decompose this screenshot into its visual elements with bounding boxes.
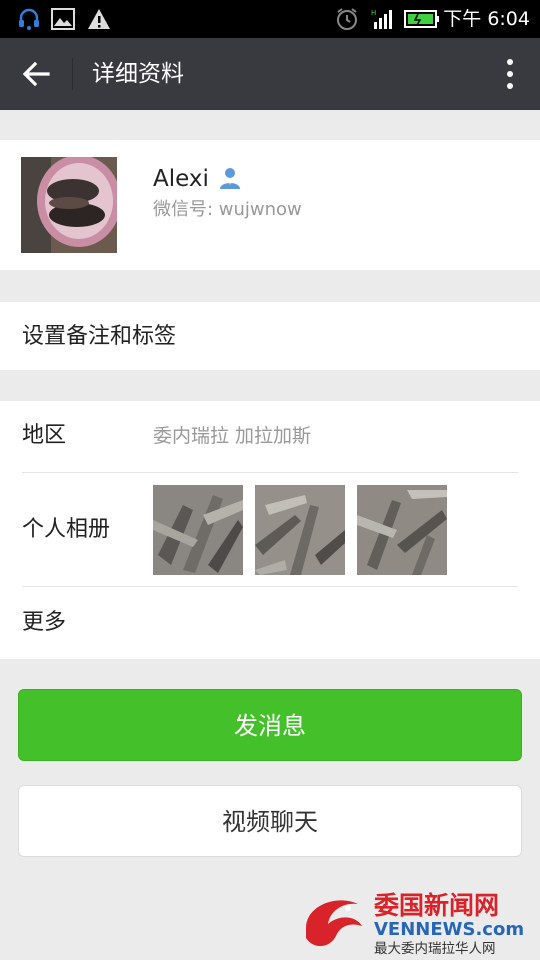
svg-text:最大委内瑞拉华人网: 最大委内瑞拉华人网 <box>374 941 496 957</box>
status-time: 下午 6:04 <box>443 8 530 30</box>
video-chat-button[interactable]: 视频聊天 <box>18 785 522 857</box>
watermark-logo: 委国新闻网 VENNEWS.com 最大委内瑞拉华人网 <box>306 891 524 957</box>
album-photo[interactable] <box>153 485 243 575</box>
warning-icon <box>88 9 110 29</box>
set-remark-row[interactable]: 设置备注和标签 <box>0 302 540 370</box>
svg-text:H: H <box>371 9 376 17</box>
region-value: 委内瑞拉 加拉加斯 <box>153 425 312 447</box>
svg-text:委国新闻网: 委国新闻网 <box>373 891 499 920</box>
svg-text:VENNEWS.com: VENNEWS.com <box>374 919 524 940</box>
avatar[interactable] <box>21 157 117 253</box>
action-bar-divider <box>72 58 73 90</box>
signal-icon: H <box>371 9 392 29</box>
image-notification-icon <box>51 8 75 30</box>
set-remark-label: 设置备注和标签 <box>22 324 177 349</box>
divider <box>22 586 518 587</box>
battery-icon <box>404 10 439 28</box>
action-bar: 详细资料 <box>0 38 540 110</box>
contact-name: Alexi <box>153 166 209 192</box>
album-label: 个人相册 <box>22 517 111 542</box>
album-photo[interactable] <box>255 485 345 575</box>
send-message-button[interactable]: 发消息 <box>18 689 522 761</box>
alarm-icon <box>337 8 357 30</box>
page-title: 详细资料 <box>92 61 184 87</box>
more-label: 更多 <box>22 610 67 635</box>
headset-notification-icon <box>19 8 39 30</box>
info-card: 地区 委内瑞拉 加拉加斯 个人相册 更多 <box>0 401 540 659</box>
more-vertical-icon[interactable] <box>504 56 516 92</box>
wechat-id: 微信号: wujwnow <box>153 199 302 220</box>
profile-card: Alexi 微信号: wujwnow <box>0 140 540 270</box>
divider <box>22 472 518 473</box>
album-photo[interactable] <box>357 485 447 575</box>
person-icon <box>220 168 240 189</box>
arrow-left-icon[interactable] <box>18 56 54 92</box>
status-bar: H 下午 6:04 <box>0 0 540 38</box>
region-label: 地区 <box>22 423 67 448</box>
